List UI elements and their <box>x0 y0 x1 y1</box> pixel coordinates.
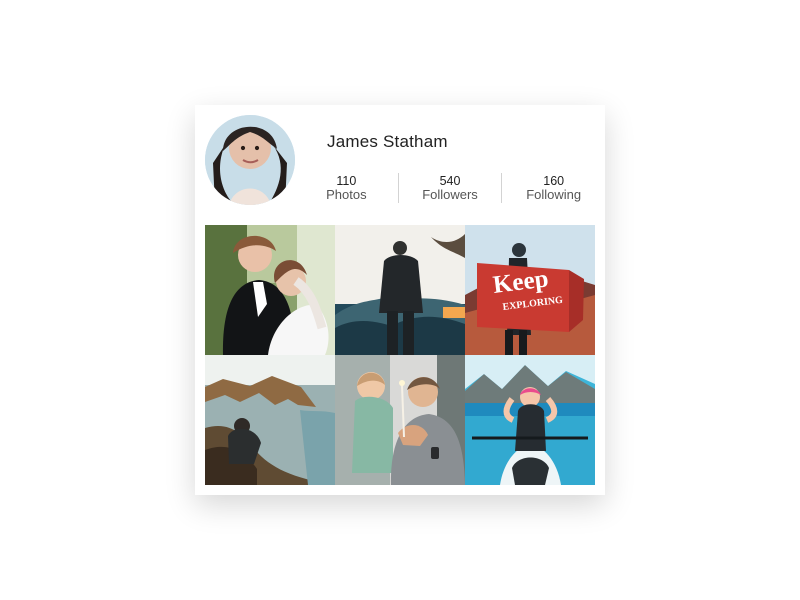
profile-stats: 110 Photos 540 Followers 160 Following <box>295 171 605 205</box>
photo-keep-exploring-image: Keep EXPLORING <box>465 225 595 355</box>
avatar[interactable] <box>205 115 295 205</box>
photo-kayak-lake-image <box>465 355 595 485</box>
photo-coastal-cliffs-image <box>205 355 335 485</box>
stat-following-value: 160 <box>543 174 565 188</box>
photo-wedding-image <box>205 225 335 355</box>
photo-keep-exploring[interactable]: Keep EXPLORING <box>465 225 595 355</box>
stat-followers-value: 540 <box>439 174 461 188</box>
profile-name: James Statham <box>327 132 448 151</box>
photo-man-mountains-image <box>335 225 465 355</box>
photo-father-child-image <box>335 355 465 485</box>
photo-kayak-lake[interactable] <box>465 355 595 485</box>
stat-following-label: Following <box>526 187 582 202</box>
photo-grid: Keep EXPLORING <box>205 225 595 485</box>
avatar-image <box>205 115 295 205</box>
photo-man-mountains[interactable] <box>335 225 465 355</box>
photo-wedding[interactable] <box>205 225 335 355</box>
stat-followers[interactable]: 540 Followers <box>399 174 502 202</box>
profile-card: James Statham 110 Photos 540 Followers 1… <box>195 105 605 495</box>
stat-photos[interactable]: 110 Photos <box>295 174 398 202</box>
stat-photos-value: 110 <box>336 174 357 188</box>
photo-father-child[interactable] <box>335 355 465 485</box>
stat-photos-label: Photos <box>326 187 367 202</box>
photo-coastal-cliffs[interactable] <box>205 355 335 485</box>
stat-following[interactable]: 160 Following <box>502 174 605 202</box>
stat-followers-label: Followers <box>422 187 478 202</box>
